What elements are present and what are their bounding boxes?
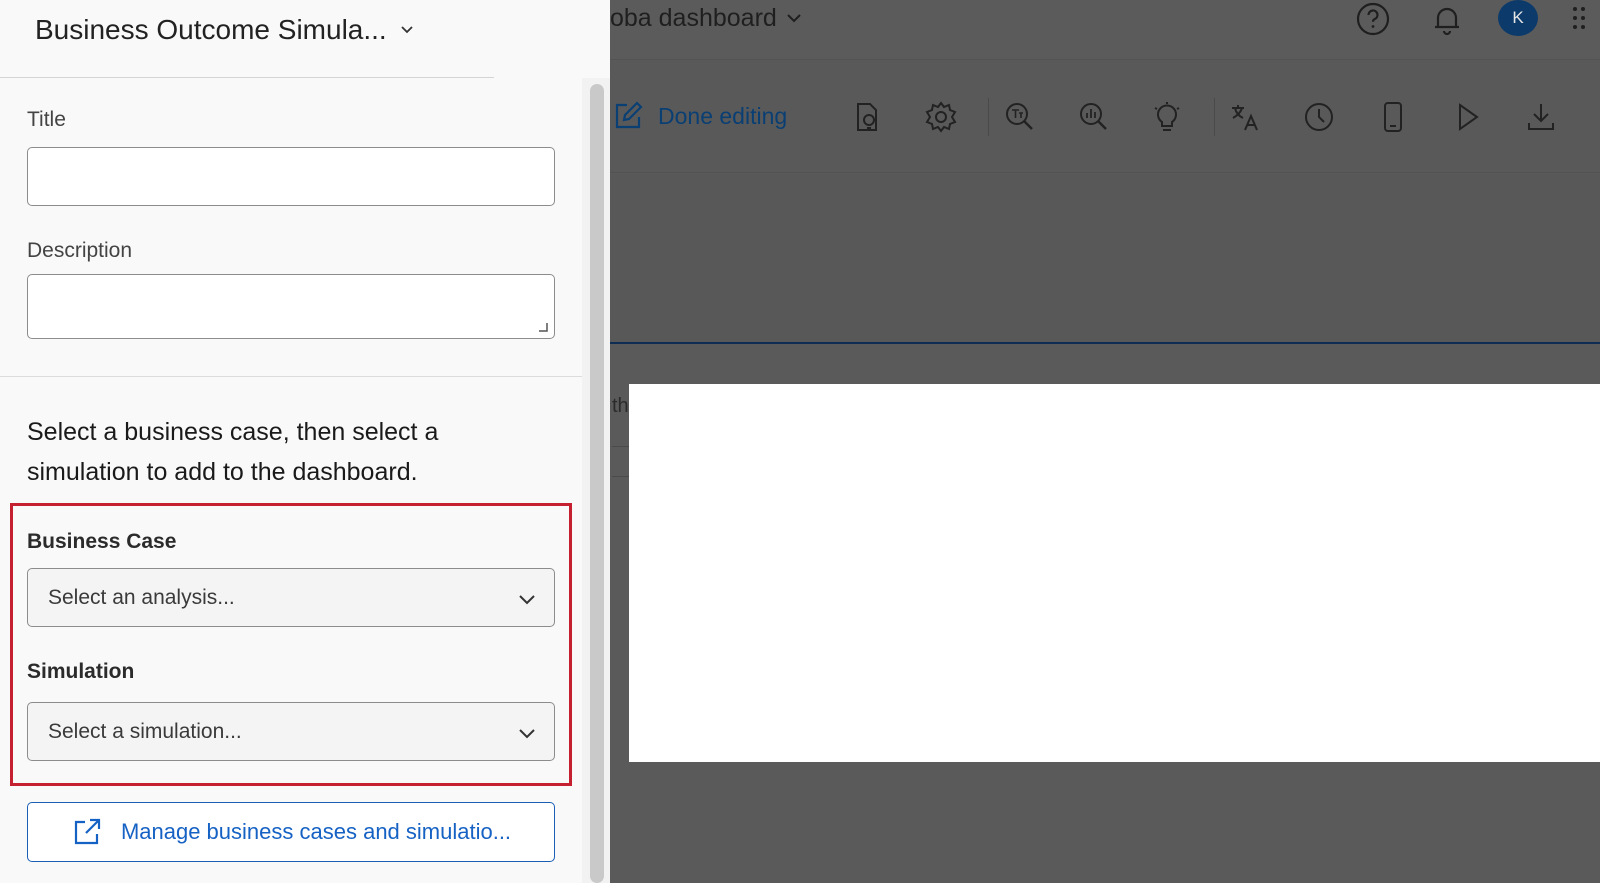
simulation-select[interactable]: Select a simulation... [27, 702, 555, 761]
dashboard-header-band [610, 174, 1600, 344]
edit-pencil-icon [615, 101, 643, 129]
obscured-text: th [612, 395, 629, 417]
dashboard-title-dropdown[interactable]: oba dashboard [610, 2, 803, 34]
simulation-label: Simulation [27, 660, 135, 683]
stats-iq-icon[interactable] [1074, 98, 1112, 136]
title-field-label: Title [27, 108, 66, 131]
widget-placeholder-card [629, 384, 1600, 762]
settings-gear-icon[interactable] [922, 98, 960, 136]
instruction-text: Select a business case, then select a si… [27, 418, 439, 486]
history-clock-icon[interactable] [1300, 98, 1338, 136]
resize-grip-icon[interactable] [536, 320, 548, 332]
chevron-down-icon [519, 595, 535, 605]
user-avatar[interactable]: K [1498, 0, 1538, 36]
widget-type-dropdown[interactable]: Business Outcome Simula... [35, 14, 415, 46]
panel-title: Business Outcome Simula... [35, 14, 387, 45]
description-textarea[interactable] [27, 274, 555, 339]
business-case-label: Business Case [27, 530, 177, 553]
toolbar-divider [1214, 98, 1215, 136]
section-divider [0, 376, 582, 377]
external-link-icon [74, 818, 101, 845]
chevron-down-icon [519, 729, 535, 739]
business-case-placeholder: Select an analysis... [48, 585, 235, 609]
toolbar-divider [988, 98, 989, 136]
widget-config-panel: Business Outcome Simula... Title Descrip… [0, 0, 610, 883]
title-input[interactable] [27, 147, 555, 206]
mobile-preview-icon[interactable] [1374, 98, 1412, 136]
help-icon[interactable] [1354, 0, 1392, 38]
text-iq-icon[interactable] [1000, 98, 1038, 136]
scrollbar-thumb[interactable] [590, 84, 604, 883]
play-preview-icon[interactable] [1448, 98, 1486, 136]
manage-business-cases-button[interactable]: Manage business cases and simulatio... [27, 802, 555, 862]
done-editing-label: Done editing [658, 102, 788, 129]
panel-header: Business Outcome Simula... [0, 0, 494, 78]
description-field-label: Description [27, 239, 133, 262]
manage-button-label: Manage business cases and simulatio... [120, 819, 512, 844]
done-editing-button[interactable]: Done editing [612, 96, 787, 136]
chevron-down-icon [787, 14, 801, 23]
notification-bell-icon[interactable] [1428, 0, 1466, 38]
insights-page-icon[interactable] [848, 98, 886, 136]
translate-icon[interactable] [1226, 98, 1264, 136]
simulation-placeholder: Select a simulation... [48, 719, 242, 743]
download-icon[interactable] [1522, 98, 1560, 136]
business-case-select[interactable]: Select an analysis... [27, 568, 555, 627]
lightbulb-icon[interactable] [1148, 98, 1186, 136]
app-launcher-icon[interactable] [1562, 0, 1600, 38]
chevron-down-icon [401, 26, 413, 34]
dashboard-title: oba dashboard [610, 3, 777, 32]
